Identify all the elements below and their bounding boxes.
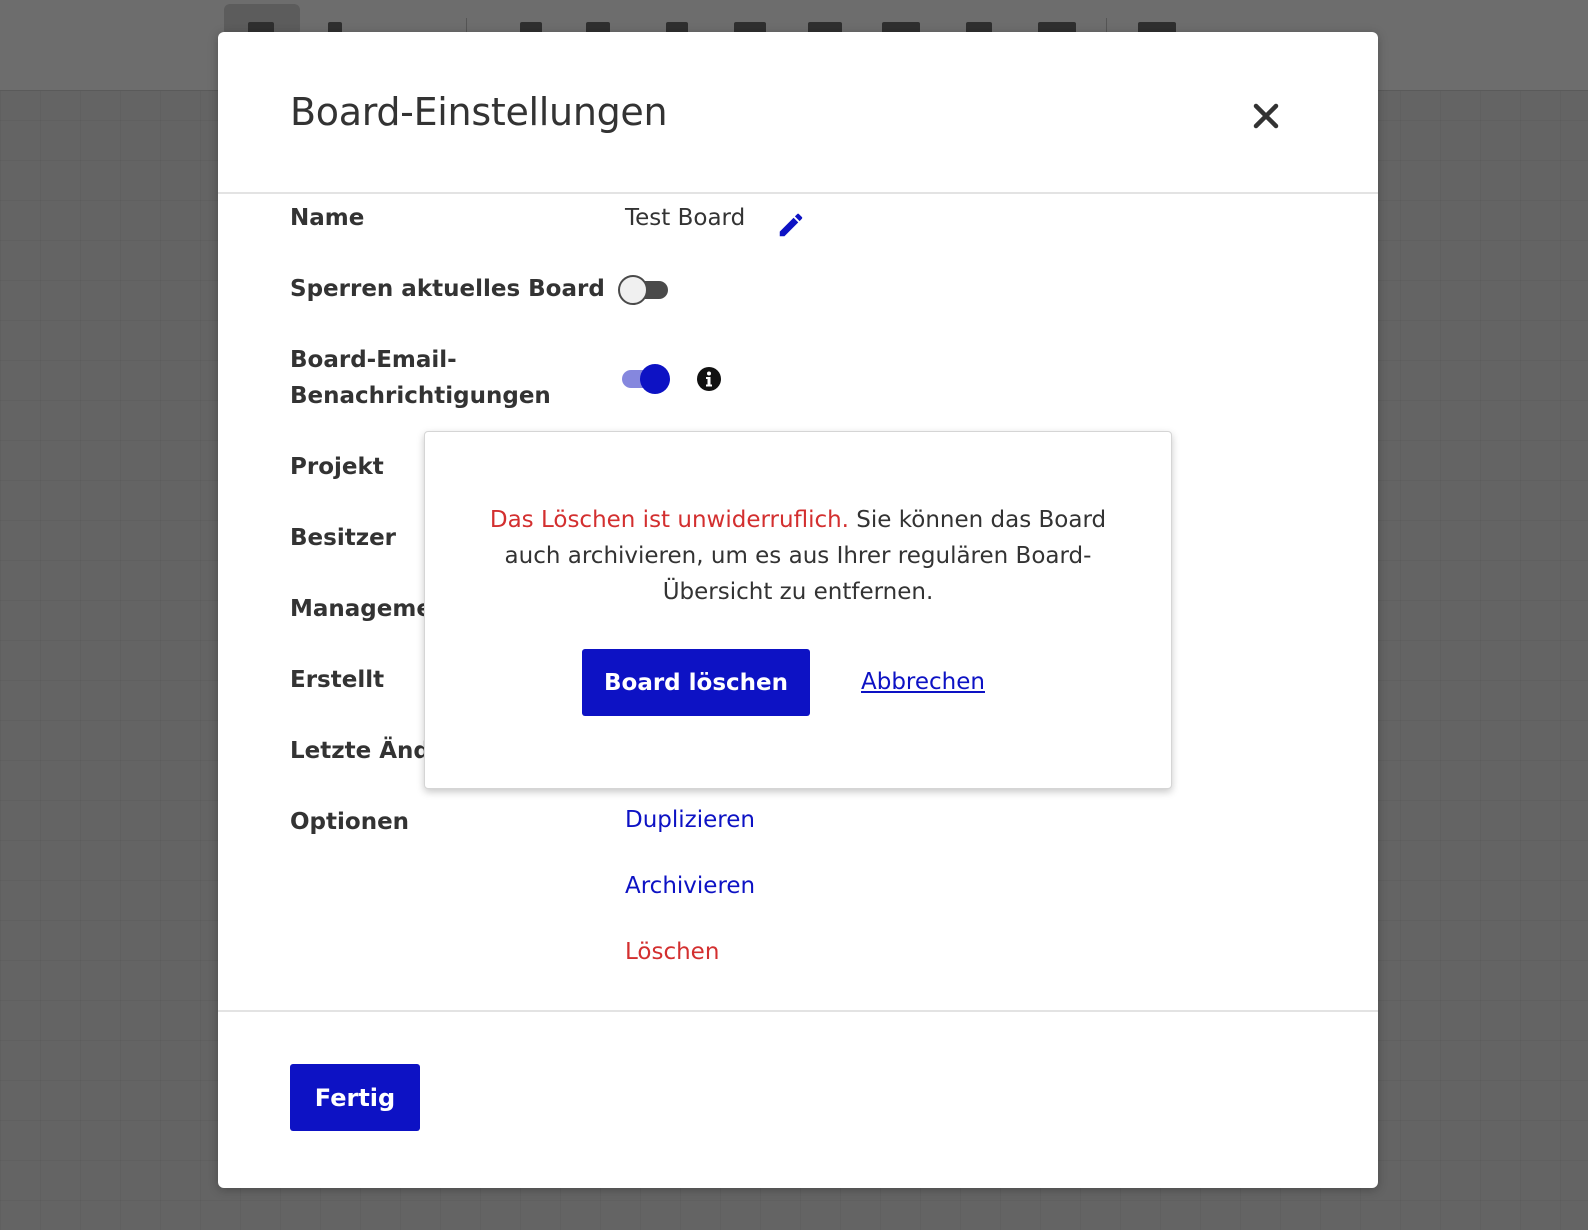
header-divider bbox=[218, 192, 1378, 194]
footer-divider bbox=[218, 1010, 1378, 1012]
done-button[interactable]: Fertig bbox=[290, 1064, 420, 1131]
lock-board-toggle[interactable] bbox=[618, 275, 670, 305]
created-label: Erstellt bbox=[290, 667, 385, 693]
delete-confirmation-message: Das Löschen ist unwiderruflich. Sie könn… bbox=[485, 502, 1111, 610]
project-label: Projekt bbox=[290, 454, 384, 480]
close-icon bbox=[1253, 103, 1279, 129]
email-notifications-label-line1: Board-Email- bbox=[290, 347, 457, 373]
pencil-icon[interactable] bbox=[776, 210, 806, 240]
archive-link[interactable]: Archivieren bbox=[625, 868, 755, 904]
info-icon[interactable] bbox=[696, 366, 722, 392]
modal-title: Board-Einstellungen bbox=[290, 90, 668, 134]
email-notifications-label-line2: Benachrichtigungen bbox=[290, 383, 551, 409]
duplicate-link[interactable]: Duplizieren bbox=[625, 802, 755, 838]
management-label: Manageme bbox=[290, 596, 432, 622]
delete-warning-text: Das Löschen ist unwiderruflich. bbox=[489, 507, 849, 533]
toggle-knob bbox=[618, 275, 648, 305]
name-label: Name bbox=[290, 205, 365, 231]
owner-label: Besitzer bbox=[290, 525, 397, 551]
cancel-link[interactable]: Abbrechen bbox=[861, 664, 985, 700]
confirm-delete-button[interactable]: Board löschen bbox=[582, 649, 810, 716]
board-name-value: Test Board bbox=[625, 205, 746, 231]
lock-board-label: Sperren aktuelles Board bbox=[290, 276, 605, 302]
delete-link[interactable]: Löschen bbox=[625, 934, 719, 970]
close-button[interactable] bbox=[1246, 96, 1286, 136]
options-label: Optionen bbox=[290, 809, 410, 835]
delete-confirmation-popover: Das Löschen ist unwiderruflich. Sie könn… bbox=[424, 431, 1172, 789]
email-notifications-toggle[interactable] bbox=[618, 364, 670, 394]
toggle-knob bbox=[640, 364, 670, 394]
last-change-label: Letzte Ände bbox=[290, 738, 446, 764]
